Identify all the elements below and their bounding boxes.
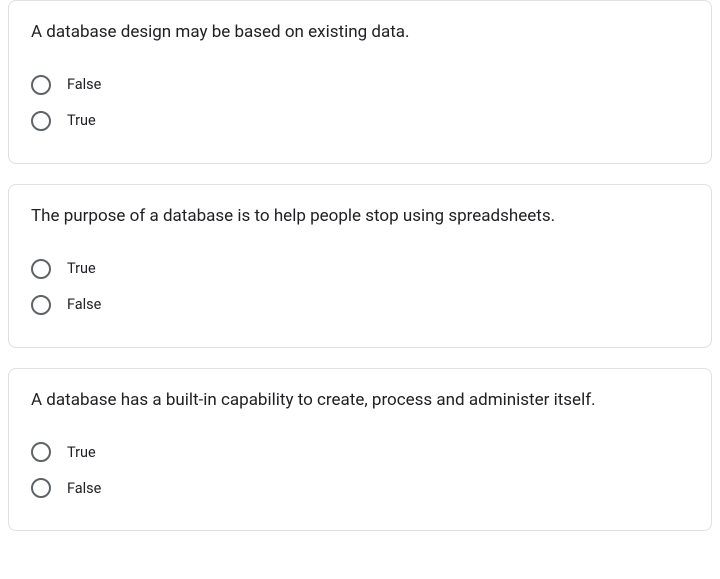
question-prompt: A database has a built-in capability to … xyxy=(31,389,689,413)
option-label: True xyxy=(67,112,96,129)
option-row[interactable]: False xyxy=(31,67,689,103)
option-label: False xyxy=(67,480,101,497)
radio-icon xyxy=(31,295,51,315)
option-label: False xyxy=(67,296,101,313)
option-label: True xyxy=(67,260,96,277)
option-label: False xyxy=(67,76,101,93)
radio-icon xyxy=(31,111,51,131)
option-row[interactable]: True xyxy=(31,251,689,287)
question-card-1: A database design may be based on existi… xyxy=(8,0,712,164)
question-card-3: A database has a built-in capability to … xyxy=(8,368,712,532)
question-card-2: The purpose of a database is to help peo… xyxy=(8,184,712,348)
radio-icon xyxy=(31,75,51,95)
option-row[interactable]: False xyxy=(31,470,689,506)
question-prompt: A database design may be based on existi… xyxy=(31,21,689,45)
question-prompt: The purpose of a database is to help peo… xyxy=(31,205,689,229)
radio-icon xyxy=(31,259,51,279)
option-label: True xyxy=(67,444,96,461)
radio-icon xyxy=(31,442,51,462)
radio-icon xyxy=(31,478,51,498)
option-row[interactable]: True xyxy=(31,103,689,139)
option-row[interactable]: False xyxy=(31,287,689,323)
option-row[interactable]: True xyxy=(31,434,689,470)
